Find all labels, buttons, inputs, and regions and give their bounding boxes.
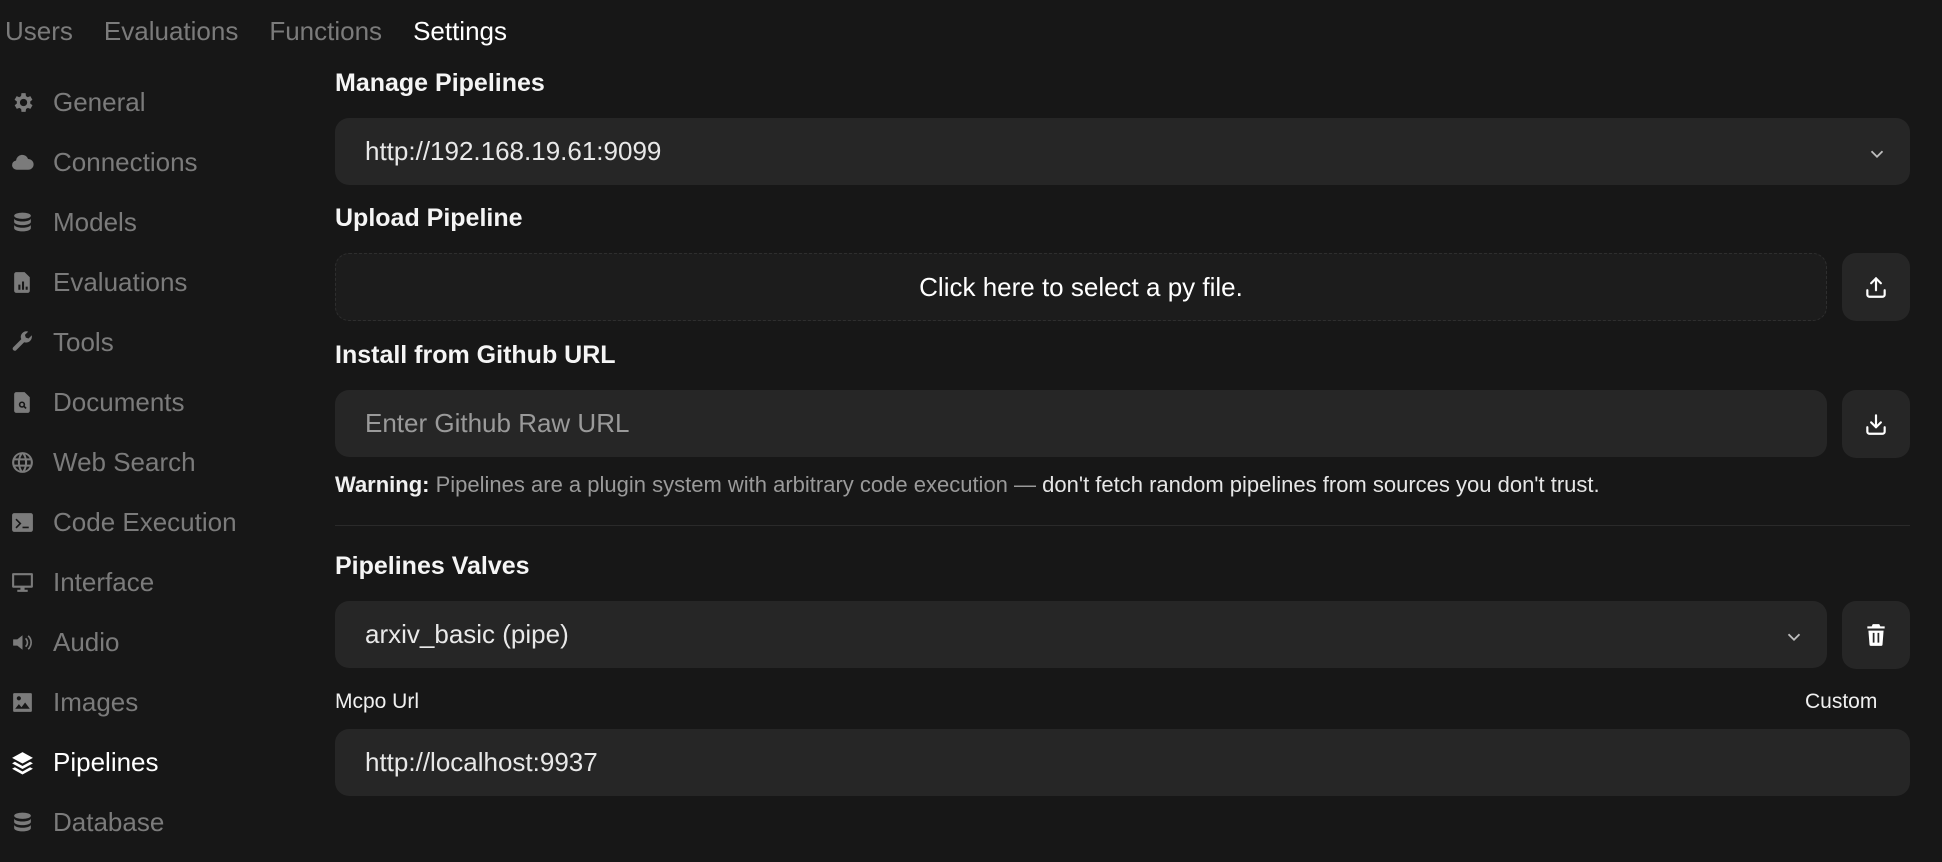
valve-pipeline-select[interactable]: arxiv_basic (pipe) [335,601,1827,668]
sidebar-item-label: Interface [53,566,155,597]
layers-icon [9,749,35,775]
tab-evaluations[interactable]: Evaluations [104,16,238,47]
pipeline-url-select[interactable]: http://192.168.19.61:9099 [335,118,1910,185]
sidebar-item-general[interactable]: General [9,72,309,132]
upload-button[interactable] [1842,253,1910,321]
sidebar-item-label: General [53,86,146,117]
upload-icon [1866,277,1886,298]
sidebar-item-web-search[interactable]: Web Search [9,432,309,492]
section-divider [335,525,1910,526]
settings-sidebar: General Connections Models Evaluations T… [9,72,309,852]
sidebar-item-images[interactable]: Images [9,672,309,732]
warning-emphasis: don't fetch random pipelines from source… [1042,472,1600,497]
sidebar-item-database[interactable]: Database [9,792,309,852]
sidebar-item-label: Web Search [53,446,196,477]
sidebar-item-label: Audio [53,626,120,657]
sidebar-item-label: Database [53,806,165,837]
github-url-input[interactable]: Enter Github Raw URL [335,390,1827,457]
security-warning: Warning: Pipelines are a plugin system w… [335,472,1600,498]
sidebar-item-audio[interactable]: Audio [9,612,309,672]
pipelines-settings-panel: Manage Pipelines http://192.168.19.61:90… [335,0,1910,862]
mcpo-url-value: http://localhost:9937 [365,747,598,777]
wrench-icon [9,329,35,355]
upload-dropzone[interactable]: Click here to select a py file. [335,253,1827,321]
pipelines-valves-heading: Pipelines Valves [335,552,530,580]
valve-pipeline-value: arxiv_basic (pipe) [365,619,569,649]
document-chart-icon [9,269,35,295]
sidebar-item-pipelines[interactable]: Pipelines [9,732,309,792]
warning-text: Pipelines are a plugin system with arbit… [435,472,1037,497]
manage-pipelines-heading: Manage Pipelines [335,69,545,97]
github-url-placeholder: Enter Github Raw URL [365,408,630,438]
speaker-icon [9,629,35,655]
globe-icon [9,449,35,475]
database-icon [9,809,35,835]
image-icon [9,689,35,715]
pipeline-url-value: http://192.168.19.61:9099 [365,136,662,166]
sidebar-item-label: Tools [53,326,114,357]
sidebar-item-interface[interactable]: Interface [9,552,309,612]
mcpo-url-input[interactable]: http://localhost:9937 [335,729,1910,796]
sidebar-item-label: Evaluations [53,266,188,297]
sidebar-item-documents[interactable]: Documents [9,372,309,432]
upload-dropzone-text: Click here to select a py file. [919,271,1243,302]
sidebar-item-tools[interactable]: Tools [9,312,309,372]
cloud-icon [9,149,35,175]
tab-users[interactable]: Users [5,16,73,47]
github-install-heading: Install from Github URL [335,341,616,369]
delete-pipeline-button[interactable] [1842,601,1910,669]
terminal-icon [9,509,35,535]
sidebar-item-label: Code Execution [53,506,237,537]
download-button[interactable] [1842,390,1910,458]
sidebar-item-label: Documents [53,386,185,417]
sidebar-item-connections[interactable]: Connections [9,132,309,192]
warning-label: Warning: [335,472,430,497]
sidebar-item-label: Pipelines [53,746,159,777]
document-search-icon [9,389,35,415]
sidebar-item-label: Models [53,206,137,237]
database-icon [9,209,35,235]
monitor-icon [9,569,35,595]
gear-icon [9,89,35,115]
download-icon [1866,414,1886,435]
sidebar-item-code-execution[interactable]: Code Execution [9,492,309,552]
sidebar-item-label: Connections [53,146,198,177]
mcpo-url-label: Mcpo Url [335,690,420,713]
chevron-down-icon [1783,624,1805,646]
sidebar-item-models[interactable]: Models [9,192,309,252]
upload-pipeline-heading: Upload Pipeline [335,204,523,232]
sidebar-item-evaluations[interactable]: Evaluations [9,252,309,312]
trash-icon [1867,624,1885,646]
custom-toggle[interactable]: Custom [1805,690,1877,714]
sidebar-item-label: Images [53,686,139,717]
chevron-down-icon [1866,141,1888,163]
